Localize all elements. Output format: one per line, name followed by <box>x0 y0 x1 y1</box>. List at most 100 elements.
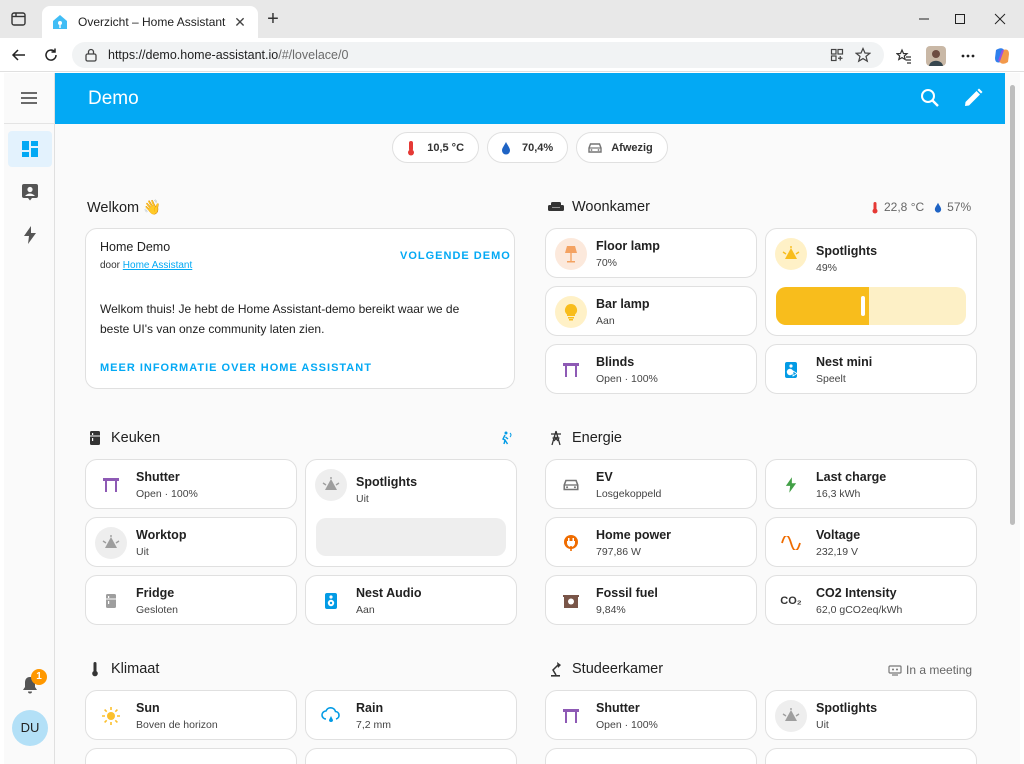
more-info-link[interactable]: MEER INFORMATIE OVER HOME ASSISTANT <box>100 362 372 374</box>
sidebar: 1 DU <box>4 73 55 764</box>
badge-value: Afwezig <box>611 141 653 154</box>
tile-co2-intensity[interactable]: CO₂ CO2 Intensity 62,0 gCO2eq/kWh <box>765 575 977 625</box>
address-bar[interactable]: https://demo.home-assistant.io/#/lovelac… <box>72 42 884 68</box>
weather-rainy-icon[interactable] <box>315 700 347 732</box>
floor-lamp-icon[interactable] <box>555 238 587 270</box>
tile-fossil-fuel[interactable]: Fossil fuel 9,84% <box>545 575 757 625</box>
fridge-icon[interactable] <box>95 585 127 617</box>
tile-last-charge[interactable]: Last charge 16,3 kWh <box>765 459 977 509</box>
search-icon[interactable] <box>919 87 941 109</box>
factory-icon[interactable] <box>555 585 587 617</box>
tile-spotlights-keuken[interactable]: Spotlights Uit <box>305 459 517 567</box>
molecule-co2-icon[interactable]: CO₂ <box>775 585 807 617</box>
tile-partial[interactable] <box>305 748 517 764</box>
brightness-slider[interactable] <box>776 287 966 325</box>
tile-nest-mini[interactable]: Nest mini Speelt <box>765 344 977 394</box>
tile-partial[interactable] <box>85 748 297 764</box>
tile-spotlights-woonkamer[interactable]: Spotlights 49% <box>765 228 977 336</box>
tile-fridge[interactable]: Fridge Gesloten <box>85 575 297 625</box>
studeerkamer-status[interactable]: In a meeting <box>888 663 972 677</box>
favorite-star-icon[interactable] <box>854 46 872 64</box>
tile-shutter-studeerkamer[interactable]: Shutter Open · 100% <box>545 690 757 740</box>
edit-pencil-icon[interactable] <box>962 87 984 109</box>
tile-home-power[interactable]: Home power 797,86 W <box>545 517 757 567</box>
maximize-icon[interactable] <box>940 8 980 30</box>
sofa-icon <box>548 199 564 215</box>
blinds-open-icon[interactable] <box>95 469 127 501</box>
tab-actions-icon[interactable] <box>10 11 28 27</box>
profile-avatar[interactable] <box>926 46 946 66</box>
welcome-body: Welkom thuis! Je hebt de Home Assistant-… <box>100 302 460 336</box>
notification-badge[interactable]: 1 <box>31 669 47 685</box>
scrollbar-thumb[interactable] <box>1010 85 1015 525</box>
tile-ev[interactable]: EV Losgekoppeld <box>545 459 757 509</box>
blinds-open-icon[interactable] <box>555 700 587 732</box>
thermometer-icon <box>403 140 419 156</box>
section-title-woonkamer: Woonkamer <box>548 199 650 215</box>
sine-wave-icon[interactable] <box>775 527 807 559</box>
tile-blinds[interactable]: Blinds Open · 100% <box>545 344 757 394</box>
tile-shutter-keuken[interactable]: Shutter Open · 100% <box>85 459 297 509</box>
back-icon[interactable] <box>8 44 30 66</box>
woonkamer-humidity[interactable]: 57% <box>947 200 971 214</box>
lightning-bolt-icon[interactable] <box>775 469 807 501</box>
presence-badge[interactable]: Afwezig <box>576 132 668 163</box>
favorites-icon[interactable] <box>894 46 914 66</box>
more-options-icon[interactable] <box>958 46 978 66</box>
home-assistant-link[interactable]: Home Assistant <box>123 260 192 271</box>
tile-partial[interactable] <box>765 748 977 764</box>
tile-nest-audio[interactable]: Nest Audio Aan <box>305 575 517 625</box>
tile-floor-lamp[interactable]: Floor lamp 70% <box>545 228 757 278</box>
next-demo-button[interactable]: VOLGENDE DEMO <box>400 250 511 262</box>
welcome-card-title: Home Demo <box>100 240 171 254</box>
copilot-icon[interactable] <box>992 46 1012 66</box>
power-plug-icon[interactable] <box>555 527 587 559</box>
tile-rain[interactable]: Rain 7,2 mm <box>305 690 517 740</box>
brightness-slider-fill <box>776 287 869 325</box>
url-text[interactable]: https://demo.home-assistant.io/#/lovelac… <box>108 48 820 62</box>
minimize-icon[interactable] <box>904 8 944 30</box>
section-title-keuken: Keuken <box>87 430 160 446</box>
close-window-icon[interactable] <box>980 8 1020 30</box>
page-scrollbar[interactable] <box>1005 73 1020 764</box>
car-icon <box>587 140 603 156</box>
welcome-byline: door Home Assistant <box>100 260 193 271</box>
spotlight-icon[interactable] <box>315 469 347 501</box>
sidebar-item-map[interactable] <box>8 174 52 210</box>
sidebar-divider <box>4 123 55 124</box>
tile-worktop[interactable]: Worktop Uit <box>85 517 297 567</box>
app-available-icon[interactable] <box>828 46 846 64</box>
spotlight-icon[interactable] <box>775 700 807 732</box>
humidity-badge[interactable]: 70,4% <box>487 132 569 163</box>
tile-bar-lamp[interactable]: Bar lamp Aan <box>545 286 757 336</box>
close-tab-icon[interactable]: ✕ <box>232 14 248 30</box>
temperature-badge[interactable]: 10,5 °C <box>392 132 480 163</box>
reload-icon[interactable] <box>40 44 62 66</box>
sidebar-item-overview[interactable] <box>8 131 52 167</box>
spotlight-icon[interactable] <box>95 527 127 559</box>
tile-voltage[interactable]: Voltage 232,19 V <box>765 517 977 567</box>
section-title-welkom: Welkom 👋 <box>87 200 162 216</box>
lightbulb-icon[interactable] <box>555 296 587 328</box>
app-header: Demo <box>55 73 1005 124</box>
car-icon[interactable] <box>555 469 587 501</box>
menu-icon[interactable] <box>18 89 40 107</box>
brightness-slider-handle[interactable] <box>861 296 865 316</box>
site-info-icon[interactable] <box>84 48 98 62</box>
spotlight-icon[interactable] <box>775 238 807 270</box>
tile-sun[interactable]: Sun Boven de horizon <box>85 690 297 740</box>
motion-sensor-icon[interactable] <box>499 431 513 445</box>
blinds-open-icon[interactable] <box>555 354 587 386</box>
sidebar-item-energy[interactable] <box>8 217 52 253</box>
user-avatar[interactable]: DU <box>12 710 48 746</box>
sun-icon[interactable] <box>95 700 127 732</box>
new-tab-icon[interactable]: + <box>264 9 282 29</box>
speaker-play-icon[interactable] <box>775 354 807 386</box>
browser-tab[interactable]: Overzicht – Home Assistant ✕ <box>42 6 258 38</box>
thermometer-icon <box>872 201 878 213</box>
speaker-icon[interactable] <box>315 585 347 617</box>
tile-partial[interactable] <box>545 748 757 764</box>
tile-spotlights-studeerkamer[interactable]: Spotlights Uit <box>765 690 977 740</box>
woonkamer-temperature[interactable]: 22,8 °C <box>884 200 924 214</box>
brightness-slider[interactable] <box>316 518 506 556</box>
